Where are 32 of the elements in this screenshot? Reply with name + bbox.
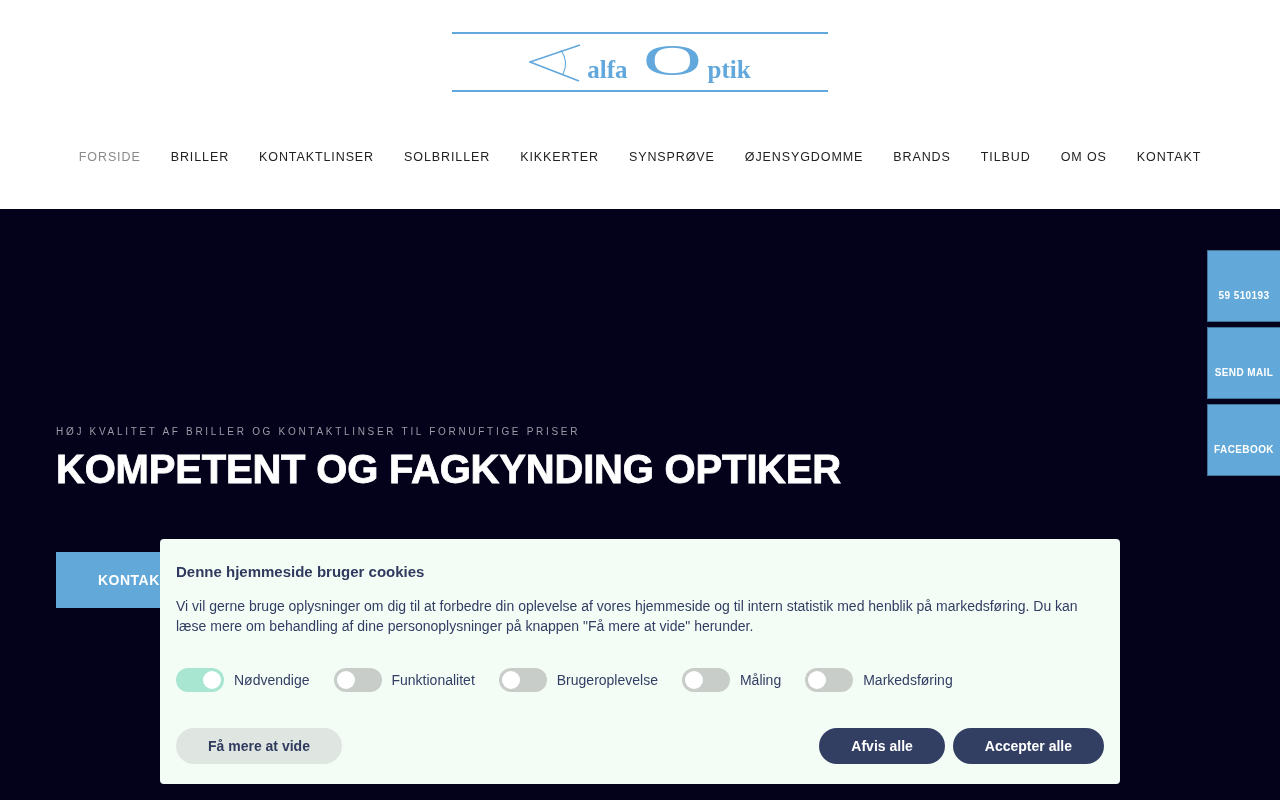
nav-link[interactable]: TILBUD — [980, 150, 1031, 164]
toggle-label: Nødvendige — [234, 671, 310, 690]
nav-link[interactable]: KIKKERTER — [520, 150, 599, 164]
nav-link[interactable]: OM OS — [1060, 150, 1107, 164]
logo-text: ptik — [707, 56, 751, 82]
nav-link[interactable]: SYNSPRØVE — [628, 150, 715, 164]
cookie-text: Vi vil gerne bruge oplysninger om dig til at forbedre din oplevelse af vores hjemmeside og til intern statistik med henblik på markedsføring. Du kan læse mere om behandling af dine personoplysninger på knappen "Få mere at vide" herunder. — [176, 597, 1079, 636]
hero-headline: KOMPETENT OG FAGKYNDING OPTIKER — [56, 446, 841, 492]
toggle-switch[interactable] — [176, 668, 224, 692]
toggle-label: Funktionalitet — [391, 671, 475, 690]
nav-link[interactable]: SOLBRILLER — [404, 150, 491, 164]
hero-eyebrow: HØJ KVALITET AF BRILLER OG KONTAKTLINSER TIL FORNUFTIGE PRISER — [56, 426, 581, 438]
nav-link[interactable]: ØJENSYGDOMME — [744, 150, 864, 164]
nav-link[interactable]: BRILLER — [170, 150, 230, 164]
cookie-button[interactable]: Få mere at vide — [176, 728, 342, 764]
toggle-switch[interactable] — [681, 668, 730, 692]
eye-icon — [529, 43, 582, 82]
nav-link[interactable]: KONTAKTLINSER — [259, 150, 375, 164]
toggle-switch[interactable] — [498, 668, 547, 692]
nav-link[interactable]: FORSIDE — [78, 150, 141, 164]
toggle-label: Måling — [739, 671, 782, 690]
nav-link[interactable]: BRANDS — [893, 150, 951, 164]
toggle-switch[interactable] — [333, 668, 382, 692]
toggle-label: Brugeroplevelse — [556, 671, 658, 690]
logo-text: alfa — [587, 56, 628, 82]
cookie-button[interactable]: Afvis alle — [819, 728, 945, 764]
cookie-title: Denne hjemmeside bruger cookies — [176, 562, 426, 582]
cookie-button[interactable]: Accepter alle — [952, 728, 1104, 764]
toggle-label: Markedsføring — [863, 671, 953, 690]
nav-link[interactable]: KONTAKT — [1136, 150, 1202, 164]
logo-initial: O — [642, 38, 702, 84]
toggle-switch[interactable] — [805, 668, 854, 692]
